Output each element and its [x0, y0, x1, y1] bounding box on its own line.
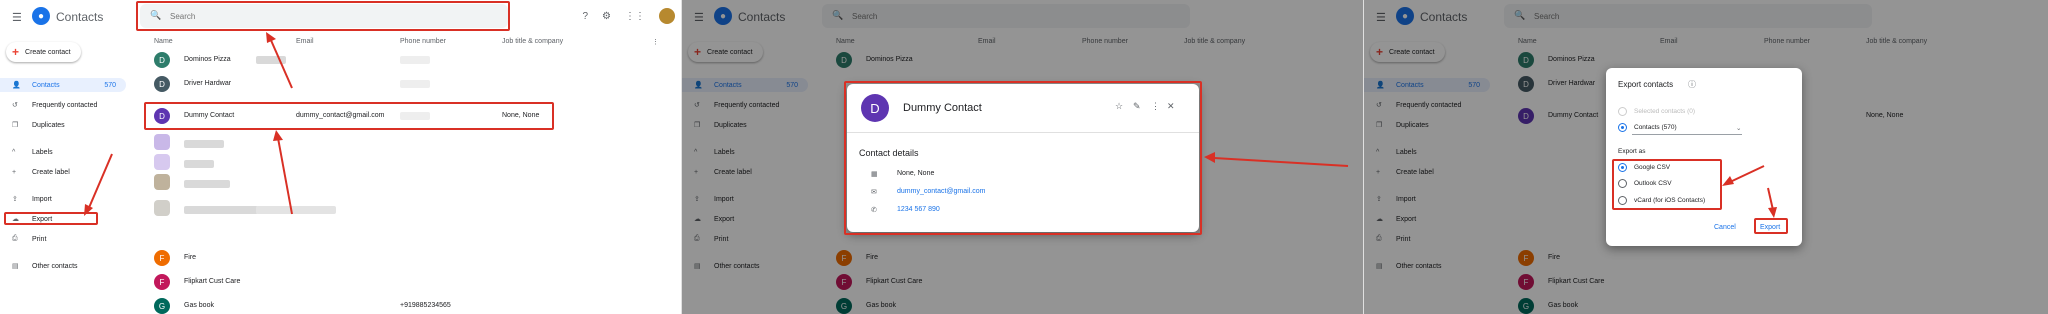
copy-icon: ❐	[12, 122, 19, 129]
history-icon: ↺	[12, 102, 18, 109]
contact-phone-link[interactable]: 1234 567 890	[897, 206, 940, 213]
search-icon: 🔍	[150, 10, 162, 20]
more-vert-icon[interactable]: ⋮	[1151, 101, 1160, 112]
plus-icon: +	[12, 168, 17, 176]
cloud-download-icon: ☁	[12, 216, 19, 223]
contact-email-link[interactable]: dummy_contact@gmail.com	[897, 188, 985, 195]
cancel-button[interactable]: Cancel	[1714, 224, 1736, 231]
sidebar-item-contacts[interactable]: 👤 Contacts 570	[0, 78, 126, 92]
radio-selected-contacts	[1618, 107, 1627, 116]
top-bar: ☰ ● Contacts 🔍 ? ⚙ ⋮⋮	[0, 0, 681, 32]
table-row[interactable]: D Driver Hardwar	[140, 74, 681, 94]
search-input[interactable]	[170, 9, 470, 23]
export-as-label: Export as	[1618, 148, 1646, 155]
app-title: Contacts	[56, 10, 104, 24]
panel-export-dialog: ☰ ● Contacts 🔍 + Create contact 👤 Contac…	[1364, 0, 2048, 314]
search-bar[interactable]: 🔍	[140, 4, 508, 28]
radio-google-csv[interactable]	[1618, 163, 1627, 172]
star-icon[interactable]: ☆	[1115, 101, 1123, 112]
table-row[interactable]: D Dummy Contact dummy_contact@gmail.com …	[140, 106, 681, 126]
export-button[interactable]: Export	[1760, 224, 1780, 231]
business-icon: ▦	[871, 171, 878, 178]
panel-contacts-list: ☰ ● Contacts 🔍 ? ⚙ ⋮⋮ + Create contact 👤…	[0, 0, 682, 314]
apps-grid-icon[interactable]: ⋮⋮	[625, 11, 645, 22]
contacts-logo-icon: ●	[32, 7, 50, 25]
edit-icon[interactable]: ✎	[1133, 101, 1141, 112]
table-row[interactable]: G Gas book +919885234565	[140, 296, 681, 314]
upload-icon: ⇪	[12, 196, 18, 203]
menu-icon[interactable]: ☰	[12, 11, 22, 24]
sidebar-item-create-label[interactable]: + Create label	[0, 165, 126, 179]
table-row[interactable]: D Dominos Pizza	[140, 50, 681, 70]
settings-icon[interactable]: ⚙	[602, 11, 611, 22]
sidebar-item-duplicates[interactable]: ❐ Duplicates	[0, 118, 126, 132]
account-avatar[interactable]	[659, 8, 675, 24]
sidebar-item-import[interactable]: ⇪ Import	[0, 192, 126, 206]
sidebar-item-other-contacts[interactable]: ▤ Other contacts	[0, 259, 126, 273]
contact-name: Dummy Contact	[903, 102, 982, 114]
export-dialog-title: Export contacts	[1618, 80, 1674, 89]
contact-details-heading: Contact details	[859, 148, 919, 158]
contact-details-dialog: D Dummy Contact ☆ ✎ ⋮ ✕ Contact details …	[847, 84, 1199, 232]
phone-icon: ✆	[871, 207, 877, 214]
plus-icon: +	[12, 45, 20, 59]
table-row[interactable]: F Flipkart Cust Care	[140, 272, 681, 292]
radio-outlook-csv[interactable]	[1618, 179, 1627, 188]
chevron-down-icon[interactable]: ⌄	[1736, 124, 1741, 132]
help-icon[interactable]: ⓘ	[1688, 79, 1696, 90]
help-icon[interactable]: ?	[582, 11, 588, 22]
more-vert-icon[interactable]: ⋮	[652, 38, 659, 46]
labels-header[interactable]: ^ Labels	[0, 145, 126, 159]
person-icon: 👤	[12, 82, 21, 89]
sidebar-item-frequent[interactable]: ↺ Frequently contacted	[0, 98, 126, 112]
print-icon: ⎙	[12, 235, 18, 242]
sidebar-item-export[interactable]: ☁ Export	[0, 212, 126, 226]
annotation-arrow	[84, 153, 113, 216]
table-header: Name Email Phone number Job title & comp…	[154, 38, 659, 46]
export-contacts-dialog: Export contacts ⓘ Selected contacts (0) …	[1606, 68, 1802, 246]
close-icon[interactable]: ✕	[1167, 101, 1175, 112]
sidebar-item-print[interactable]: ⎙ Print	[0, 232, 126, 246]
inbox-icon: ▤	[12, 263, 19, 270]
create-contact-button[interactable]: + Create contact	[6, 42, 81, 62]
table-row[interactable]: F Fire	[140, 248, 681, 268]
radio-vcard[interactable]	[1618, 196, 1627, 205]
mail-icon: ✉	[871, 189, 877, 196]
chevron-up-icon: ^	[12, 148, 16, 156]
panel-contact-details: ☰ ● Contacts 🔍 + Create contact 👤 Contac…	[682, 0, 1364, 314]
radio-contacts[interactable]	[1618, 123, 1627, 132]
